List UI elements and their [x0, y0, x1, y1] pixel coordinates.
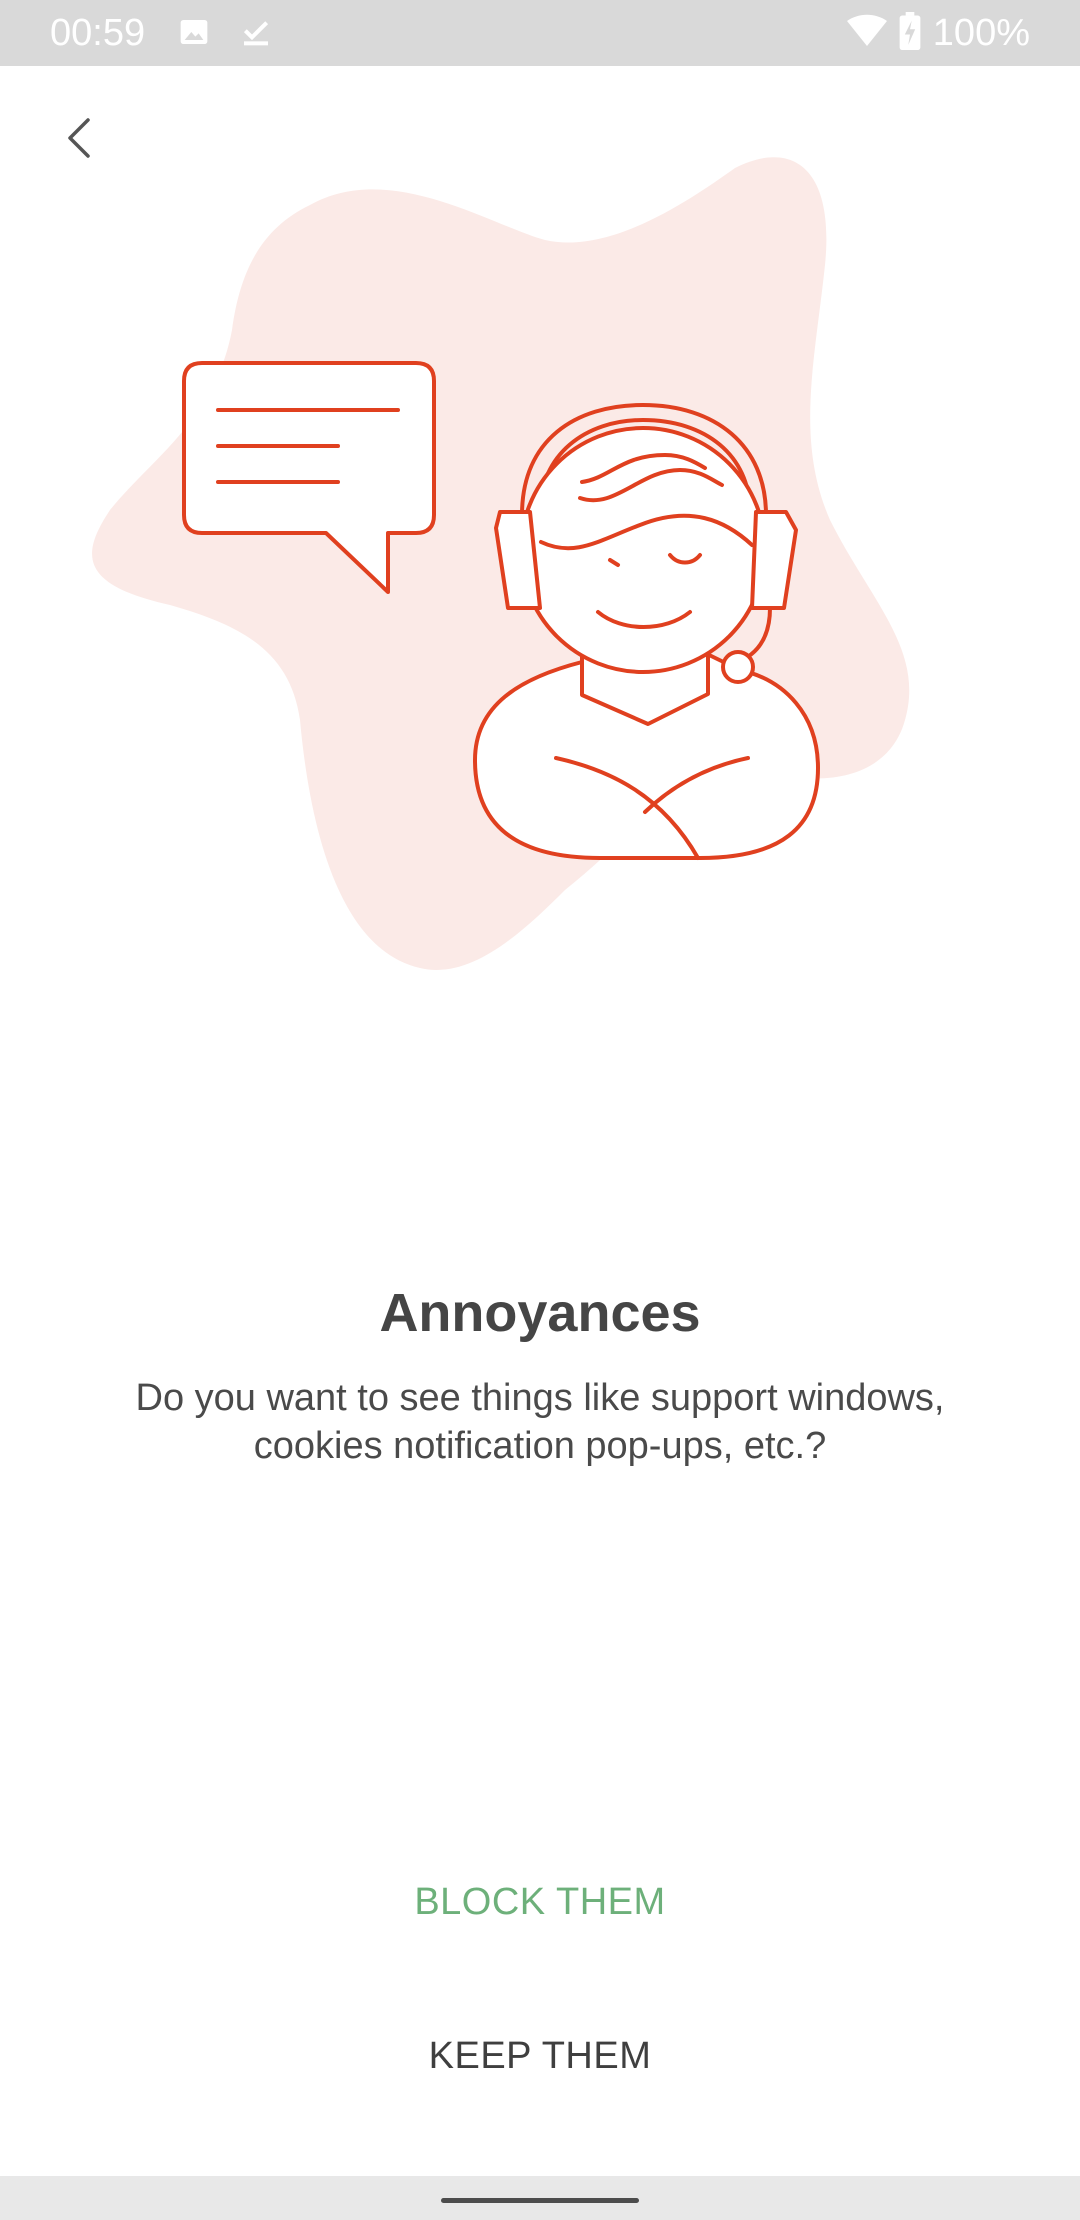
page-title: Annoyances: [379, 1283, 701, 1343]
image-icon: [178, 16, 210, 53]
block-them-button[interactable]: BLOCK THEM: [0, 1852, 1080, 1952]
illustration-svg: [92, 157, 910, 970]
status-bar: 00:59 100%: [0, 0, 1080, 66]
home-gesture-handle[interactable]: [441, 2198, 639, 2203]
wifi-icon: [846, 14, 887, 53]
page-description: Do you want to see things like support w…: [135, 1377, 945, 1467]
onboarding-screen: 00:59 100% Annoyances Do you want to see…: [0, 0, 1080, 2220]
download-done-icon: [240, 16, 272, 53]
battery-charging-icon: [899, 11, 921, 55]
system-navigation-bar: [0, 2176, 1080, 2220]
onboarding-illustration: [0, 130, 1080, 1010]
status-time: 00:59: [50, 12, 146, 54]
status-notification-icons: [178, 14, 272, 54]
status-system-icons: 100%: [846, 10, 1030, 56]
battery-percentage: 100%: [932, 12, 1030, 54]
keep-them-button[interactable]: KEEP THEM: [0, 2006, 1080, 2106]
